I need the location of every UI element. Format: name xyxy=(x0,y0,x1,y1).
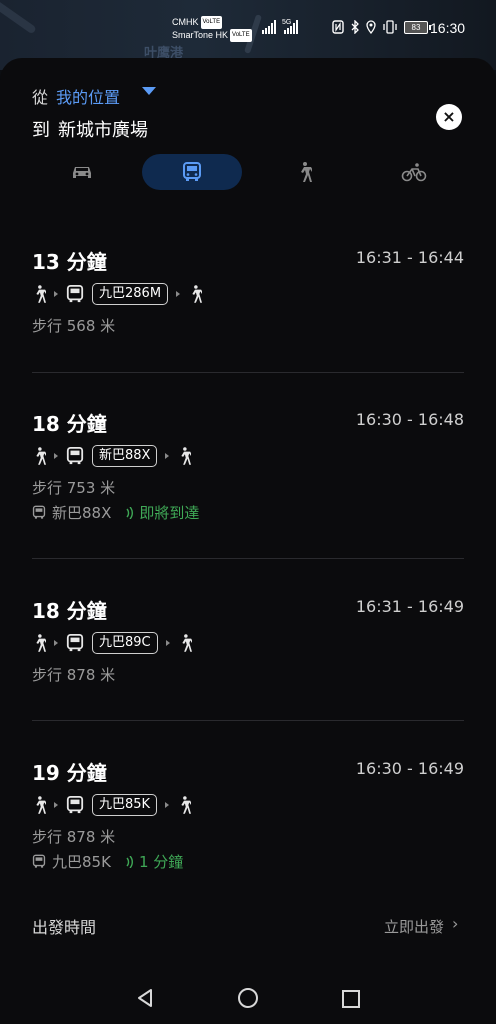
divider xyxy=(32,720,464,721)
walk-icon xyxy=(36,285,46,303)
car-icon xyxy=(73,167,91,178)
destination-row[interactable]: 到新城市廣場 xyxy=(32,116,148,142)
realtime-status: 1 分鐘 xyxy=(125,851,183,872)
route-steps: 新巴88X xyxy=(32,444,192,468)
bus-icon xyxy=(32,505,46,519)
close-button[interactable]: × xyxy=(436,104,462,130)
walk-icon xyxy=(182,634,192,652)
tab-bike[interactable] xyxy=(364,154,464,190)
from-label: 從 xyxy=(32,88,49,107)
bus-icon xyxy=(32,854,46,868)
volte-badge: VoLTE xyxy=(230,29,252,43)
carrier-2: SmarTone HK xyxy=(172,30,229,41)
walk-distance: 步行 878 米 xyxy=(32,666,116,684)
tab-drive[interactable] xyxy=(32,154,132,190)
walk-icon xyxy=(36,796,46,814)
route-duration: 18 分鐘 xyxy=(32,599,107,623)
realtime-status-text: 即將到達 xyxy=(139,504,200,522)
realtime-bus: 新巴88X xyxy=(52,504,112,522)
route-option[interactable]: 18 分鐘 16:30 - 16:48 新巴88X 步行 753 米 新巴88X… xyxy=(32,408,464,538)
back-icon[interactable] xyxy=(136,988,154,1008)
route-steps: 九巴286M xyxy=(32,282,203,306)
route-time-range: 16:30 - 16:48 xyxy=(355,410,464,429)
carrier-1: CMHK xyxy=(172,17,199,27)
bike-icon xyxy=(401,163,427,182)
recent-apps-icon[interactable] xyxy=(342,990,360,1008)
bluetooth-icon xyxy=(351,20,359,34)
travel-mode-tabs xyxy=(32,154,464,190)
walk-icon xyxy=(181,447,192,465)
live-signal-icon xyxy=(126,506,134,519)
walk-distance: 步行 568 米 xyxy=(32,317,116,335)
step-arrow-icon xyxy=(54,640,58,646)
chevron-right-icon[interactable]: › xyxy=(452,914,458,933)
volte-badge: VoLTE xyxy=(200,16,223,30)
bus-icon xyxy=(66,447,84,465)
walk-icon xyxy=(301,162,312,182)
divider xyxy=(32,558,464,559)
bus-route-badge: 九巴89C xyxy=(92,632,158,654)
walk-icon xyxy=(181,796,192,814)
bus-icon xyxy=(66,285,84,303)
signal-icon xyxy=(262,20,276,34)
walk-distance: 步行 753 米 xyxy=(32,479,116,497)
realtime-info: 新巴88X 即將到達 xyxy=(32,502,199,523)
step-arrow-icon xyxy=(176,291,181,297)
home-icon[interactable] xyxy=(238,988,258,1008)
route-option[interactable]: 13 分鐘 16:31 - 16:44 九巴286M 步行 568 米 xyxy=(32,246,464,346)
status-time: 16:30 xyxy=(430,20,466,36)
system-nav-bar xyxy=(0,970,496,1024)
realtime-status: 即將到達 xyxy=(125,502,199,523)
vibrate-icon xyxy=(383,20,397,34)
directions-sheet: 從我的位置 到新城市廣場 × 13 分鐘 16:31 - 16:44 九巴286… xyxy=(0,58,496,1024)
walk-icon xyxy=(36,634,46,652)
origin-value[interactable]: 我的位置 xyxy=(56,88,120,107)
route-time-range: 16:31 - 16:49 xyxy=(355,597,464,616)
departure-time-value[interactable]: 立即出發 xyxy=(384,916,444,937)
realtime-status-text: 1 分鐘 xyxy=(138,853,184,871)
bus-route-badge: 新巴88X xyxy=(92,445,158,467)
step-arrow-icon xyxy=(165,640,170,646)
destination-value[interactable]: 新城市廣場 xyxy=(58,120,148,141)
walk-icon xyxy=(192,285,203,303)
route-time-range: 16:31 - 16:44 xyxy=(355,248,464,267)
step-arrow-icon xyxy=(54,291,58,297)
bus-route-badge: 九巴286M xyxy=(92,283,169,305)
signal-icon xyxy=(284,20,298,34)
route-option[interactable]: 18 分鐘 16:31 - 16:49 九巴89C 步行 878 米 xyxy=(32,595,464,695)
status-bar: CMHK VoLTE SmarTone HK VoLTE 5G 83 16:30 xyxy=(0,0,496,56)
to-label: 到 xyxy=(32,120,50,141)
status-icons: 83 xyxy=(332,20,431,34)
route-steps: 九巴85K xyxy=(32,793,192,817)
origin-row[interactable]: 從我的位置 xyxy=(32,84,120,108)
bus-icon xyxy=(66,634,84,652)
walk-icon xyxy=(36,447,46,465)
carrier-info: CMHK VoLTE SmarTone HK VoLTE xyxy=(172,16,252,43)
tab-transit[interactable] xyxy=(142,154,242,190)
chevron-down-icon[interactable] xyxy=(142,87,156,95)
route-duration: 19 分鐘 xyxy=(32,761,107,785)
step-arrow-icon xyxy=(165,453,170,459)
bus-icon xyxy=(66,796,84,814)
route-duration: 18 分鐘 xyxy=(32,412,107,436)
nfc-icon xyxy=(332,20,344,34)
route-time-range: 16:30 - 16:49 xyxy=(355,759,464,778)
realtime-info: 九巴85K 1 分鐘 xyxy=(32,851,183,872)
step-arrow-icon xyxy=(54,802,58,808)
departure-time-label[interactable]: 出發時間 xyxy=(32,914,96,938)
step-arrow-icon xyxy=(165,802,170,808)
live-signal-icon xyxy=(126,855,133,868)
walk-distance: 步行 878 米 xyxy=(32,828,116,846)
location-icon xyxy=(366,20,376,34)
battery-icon: 83 xyxy=(404,20,431,34)
route-steps: 九巴89C xyxy=(32,631,192,655)
bus-route-badge: 九巴85K xyxy=(92,794,158,816)
route-option[interactable]: 19 分鐘 16:30 - 16:49 九巴85K 步行 878 米 九巴85K… xyxy=(32,757,464,887)
route-duration: 13 分鐘 xyxy=(32,250,107,274)
bus-icon xyxy=(183,162,201,181)
divider xyxy=(32,372,464,373)
tab-walk[interactable] xyxy=(254,154,354,190)
realtime-bus: 九巴85K xyxy=(52,853,111,871)
step-arrow-icon xyxy=(54,453,58,459)
